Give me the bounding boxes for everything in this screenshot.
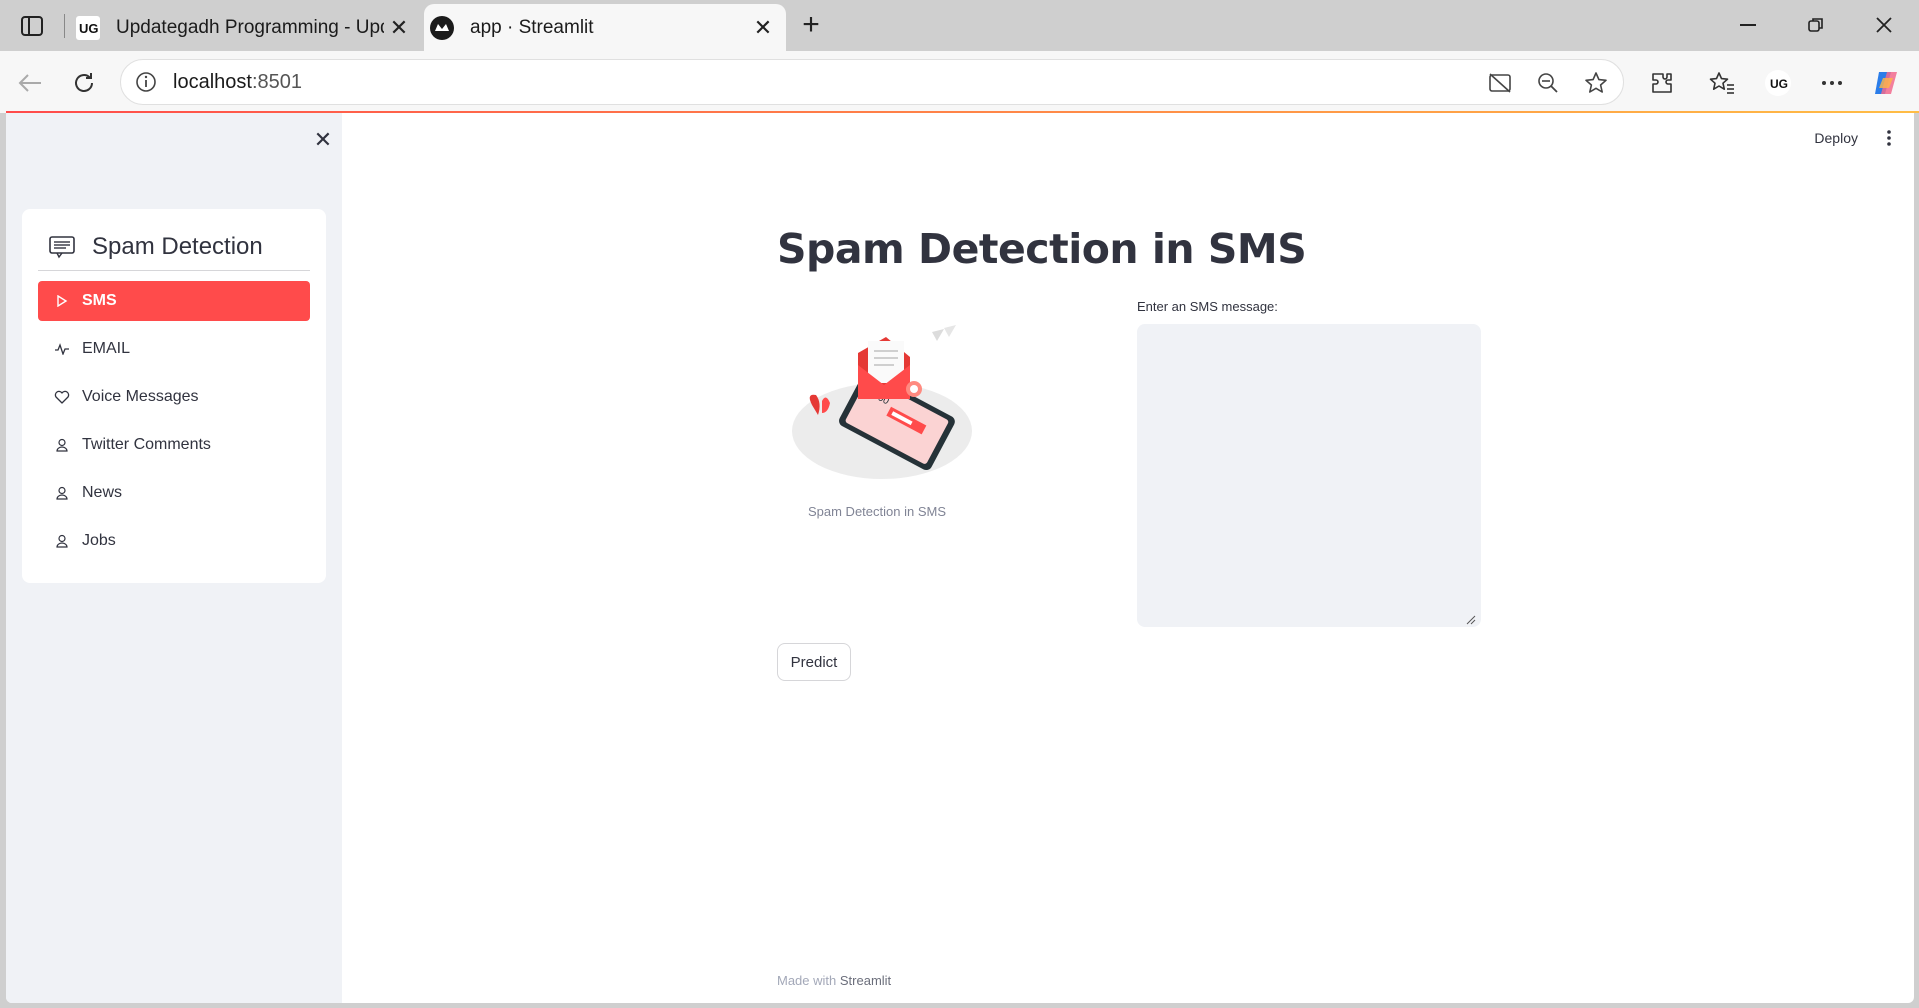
- svg-text:UG: UG: [1770, 77, 1788, 91]
- sidebar: ✕ Spam Detection SMS EMAIL Voice Message…: [6, 113, 342, 1003]
- streamlit-favicon-icon: [430, 15, 454, 40]
- sms-input-label: Enter an SMS message:: [1137, 299, 1278, 314]
- restore-icon[interactable]: [1782, 6, 1850, 44]
- footer: Made with Streamlit: [777, 973, 891, 988]
- tab-close-icon[interactable]: ✕: [748, 13, 778, 43]
- sidebar-item-label: News: [82, 484, 123, 501]
- main-menu-icon[interactable]: [1874, 123, 1904, 153]
- sidebar-item-email[interactable]: EMAIL: [38, 329, 310, 369]
- address-bar[interactable]: localhost:8501: [120, 59, 1624, 105]
- url-text: localhost:8501: [173, 71, 302, 94]
- predict-button[interactable]: Predict: [777, 643, 851, 681]
- tab-separator: [64, 14, 65, 38]
- extensions-icon[interactable]: [1642, 63, 1682, 103]
- sidebar-item-sms[interactable]: SMS: [38, 281, 310, 321]
- browser-tab-streamlit[interactable]: app · Streamlit ✕: [424, 4, 786, 51]
- footer-prefix: Made with: [777, 973, 840, 988]
- zoom-out-icon[interactable]: [1531, 66, 1565, 100]
- sidebar-item-twitter-comments[interactable]: Twitter Comments: [38, 425, 310, 465]
- svg-text:UG: UG: [79, 21, 99, 36]
- sms-spam-illustration: 9:00: [786, 313, 976, 483]
- menu-title: Spam Detection: [38, 223, 310, 271]
- sidebar-close-icon[interactable]: ✕: [306, 123, 340, 157]
- activity-icon: [52, 339, 72, 359]
- site-info-icon[interactable]: [133, 69, 159, 95]
- more-options-icon[interactable]: [1812, 63, 1852, 103]
- sidebar-item-label: Voice Messages: [82, 388, 199, 405]
- app-viewport: ✕ Spam Detection SMS EMAIL Voice Message…: [6, 113, 1914, 1003]
- menu-title-text: Spam Detection: [92, 232, 263, 260]
- url-host: localhost: [173, 70, 252, 93]
- message-list-icon: [48, 233, 76, 261]
- url-port: :8501: [251, 70, 302, 93]
- browser-tab-bar: UG Updategadh Programming - Upd ✕ app · …: [0, 0, 1919, 51]
- sidebar-item-jobs[interactable]: Jobs: [38, 521, 310, 561]
- option-menu: Spam Detection SMS EMAIL Voice Messages: [22, 209, 326, 583]
- tab-title: app · Streamlit: [470, 16, 594, 38]
- favorites-icon[interactable]: [1702, 63, 1742, 103]
- sidebar-item-voice-messages[interactable]: Voice Messages: [38, 377, 310, 417]
- browser-toolbar: localhost:8501 UG: [0, 51, 1919, 113]
- sms-message-textarea[interactable]: [1137, 324, 1481, 627]
- sidebar-item-label: Twitter Comments: [82, 436, 211, 453]
- person-icon: [52, 435, 72, 455]
- sidebar-item-label: EMAIL: [82, 340, 131, 357]
- person-icon: [52, 483, 72, 503]
- person-icon: [52, 531, 72, 551]
- sidebar-item-news[interactable]: News: [38, 473, 310, 513]
- sidebar-item-label: Jobs: [82, 532, 116, 549]
- favorite-star-icon[interactable]: [1579, 66, 1613, 100]
- updategadh-favicon-icon: UG: [76, 15, 100, 40]
- heart-icon: [52, 387, 72, 407]
- browser-tab-updategadh[interactable]: UG Updategadh Programming - Upd ✕: [70, 4, 422, 51]
- image-caption: Spam Detection in SMS: [807, 504, 946, 519]
- reload-icon[interactable]: [64, 63, 104, 103]
- tab-title: Updategadh Programming - Upd: [116, 16, 384, 38]
- profile-avatar-icon[interactable]: UG: [1758, 63, 1798, 103]
- page-title: Spam Detection in SMS: [777, 225, 1307, 273]
- tab-close-icon[interactable]: ✕: [384, 13, 414, 43]
- tab-actions-icon[interactable]: [14, 12, 50, 40]
- close-window-icon[interactable]: [1850, 6, 1918, 44]
- resize-handle-icon[interactable]: [1466, 612, 1476, 625]
- sidebar-item-label: SMS: [82, 292, 117, 309]
- back-icon[interactable]: [10, 63, 50, 103]
- footer-brand-link[interactable]: Streamlit: [840, 973, 891, 988]
- play-icon: [52, 291, 72, 311]
- deploy-button[interactable]: Deploy: [1806, 123, 1866, 153]
- minimize-icon[interactable]: [1714, 6, 1782, 44]
- new-tab-icon[interactable]: +: [794, 8, 828, 42]
- tracking-prevention-icon[interactable]: [1483, 66, 1517, 100]
- copilot-icon[interactable]: [1866, 63, 1906, 103]
